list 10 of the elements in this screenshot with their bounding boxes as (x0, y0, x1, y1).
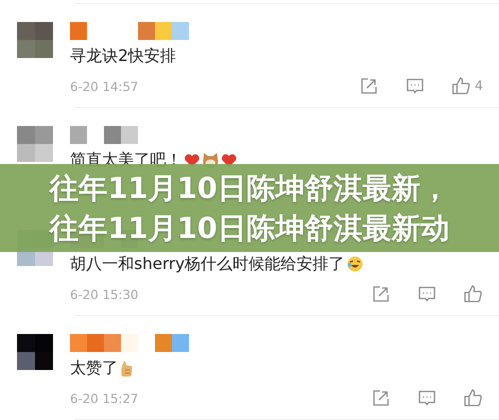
like-count: 4 (474, 78, 483, 94)
comment-time: 6-20 14:57 (70, 78, 140, 94)
banner-title-line: 往年11月10日陈坤舒淇最新， (50, 170, 450, 207)
comment-time: 6-20 15:27 (70, 390, 140, 406)
comment-text: 胡八一和sherry杨什么时候能给安排了 (70, 254, 345, 274)
banner-title-line: 往年11月10日陈坤舒淇最新动 (50, 210, 450, 247)
comment-text: 简直太美了吧！ (70, 150, 182, 170)
comment-text: 太赞了 (70, 358, 118, 378)
comment-time: 6-20 15:30 (70, 286, 140, 302)
comment-text: 寻龙诀2快安排 (70, 46, 176, 66)
